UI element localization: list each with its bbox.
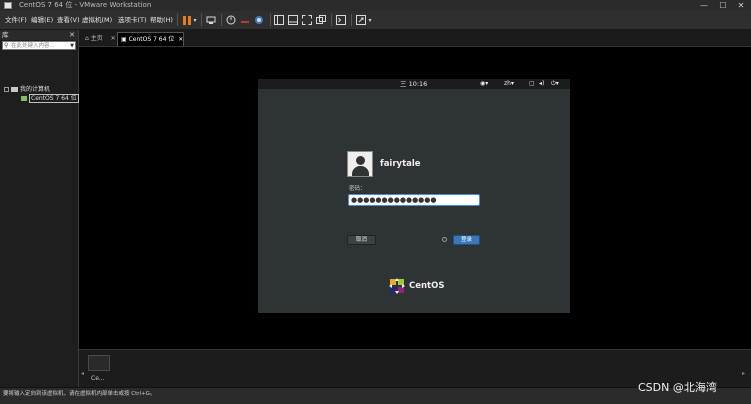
- gnome-top-bar: 三 10:16 ◉▾ zh▾ ▢ ◂) ⏻▾: [258, 79, 570, 89]
- scroll-left-icon[interactable]: ◂: [81, 370, 84, 377]
- keyboard-layout-label: zh: [504, 80, 511, 87]
- search-dropdown-icon[interactable]: ▼: [70, 42, 74, 50]
- menu-file[interactable]: 文件(F): [5, 11, 27, 29]
- fullscreen-icon[interactable]: [301, 14, 313, 26]
- snapshot-manager-icon[interactable]: [253, 14, 265, 26]
- tree-item-label: CentOS 7 64 位: [29, 94, 79, 103]
- maximize-button[interactable]: ☐: [716, 0, 730, 11]
- screen-icon[interactable]: ▢: [529, 79, 535, 89]
- centos-logo-icon: [389, 278, 405, 294]
- tab-close-icon[interactable]: ✕: [111, 35, 116, 42]
- library-search-input[interactable]: ⚲ 在此处键入内容... ▼: [2, 41, 76, 50]
- tab-close-icon[interactable]: ✕: [178, 36, 183, 43]
- tree-item-label: 我的计算机: [20, 86, 51, 93]
- guest-screen[interactable]: 三 10:16 ◉▾ zh▾ ▢ ◂) ⏻▾ fairytale 密码： ●●●…: [258, 79, 570, 313]
- cancel-button[interactable]: 取消: [347, 235, 376, 245]
- toolbar-separator: [201, 14, 202, 26]
- toolbar-separator: [270, 14, 271, 26]
- toolbar-separator: [331, 14, 332, 26]
- toolbar-separator: [177, 14, 178, 26]
- vm-thumbnail[interactable]: [88, 355, 110, 371]
- watermark: CSDN @北海湾: [638, 381, 717, 394]
- scroll-right-icon[interactable]: ▸: [742, 370, 745, 377]
- tab-home[interactable]: ⌂ 主页 ✕: [82, 32, 117, 46]
- tree-item-my-computer[interactable]: 我的计算机: [4, 85, 50, 94]
- revert-snapshot-icon[interactable]: [239, 14, 251, 26]
- search-placeholder: 在此处键入内容...: [11, 43, 55, 49]
- vm-icon: [21, 96, 27, 101]
- search-icon: ⚲: [4, 42, 9, 49]
- close-button[interactable]: ✕: [734, 0, 748, 11]
- minimize-button[interactable]: —: [697, 0, 711, 11]
- menu-help[interactable]: 帮助(H): [150, 11, 173, 29]
- title-bar: CentOS 7 64 位 - VMware Workstation — ☐ ✕: [0, 0, 751, 11]
- library-header: 库 ✕: [0, 30, 78, 40]
- tab-label: 主页: [90, 35, 103, 42]
- library-panel: 库 ✕ ⚲ 在此处键入内容... ▼ 我的计算机 CentOS 7 64 位: [0, 30, 79, 387]
- vm-display[interactable]: 三 10:16 ◉▾ zh▾ ▢ ◂) ⏻▾ fairytale 密码： ●●●…: [79, 47, 751, 349]
- vm-icon: ▣: [121, 36, 127, 43]
- vm-thumbnail-label: Ce...: [91, 375, 105, 382]
- spinner-icon: [442, 237, 447, 242]
- library-view-icon[interactable]: [273, 14, 285, 26]
- password-field[interactable]: ●●●●●●●●●●●●●●: [348, 194, 480, 206]
- avatar-head: [356, 156, 365, 165]
- tab-centos-vm[interactable]: ▣ CentOS 7 64 位 ✕: [117, 32, 184, 46]
- menu-view[interactable]: 查看(V): [57, 11, 80, 29]
- accessibility-icon[interactable]: ◉▾: [480, 79, 488, 89]
- toolbar-separator: [221, 14, 222, 26]
- computer-icon: [11, 87, 18, 92]
- menu-bar: 文件(F) 编辑(E) 查看(V) 虚拟机(M) 选项卡(T) 帮助(H) ▾ …: [0, 11, 751, 30]
- stretch-guest-icon[interactable]: [355, 14, 367, 26]
- vmware-logo-icon: [4, 2, 12, 9]
- status-message: 要将输入定向到该虚拟机，请在虚拟机内部单击或按 Ctrl+G。: [3, 391, 156, 397]
- collapse-icon[interactable]: [4, 87, 9, 92]
- keyboard-layout[interactable]: zh▾: [504, 79, 514, 89]
- clock[interactable]: 三 10:16: [400, 79, 427, 89]
- console-view-icon[interactable]: [335, 14, 347, 26]
- home-icon: ⌂: [85, 35, 89, 42]
- menu-edit[interactable]: 编辑(E): [31, 11, 53, 29]
- user-avatar: [347, 151, 373, 177]
- power-icon[interactable]: ⏻▾: [551, 79, 559, 89]
- library-close-icon[interactable]: ✕: [69, 30, 75, 40]
- send-keys-icon[interactable]: [205, 14, 217, 26]
- thumbnail-view-icon[interactable]: [287, 14, 299, 26]
- tree-item-centos-vm[interactable]: CentOS 7 64 位: [21, 94, 79, 103]
- menu-tabs[interactable]: 选项卡(T): [118, 11, 147, 29]
- username-label: fairytale: [380, 159, 421, 169]
- snapshot-icon[interactable]: [225, 14, 237, 26]
- toolbar-separator: [351, 14, 352, 26]
- volume-icon[interactable]: ◂): [539, 79, 544, 89]
- password-label: 密码：: [349, 186, 366, 192]
- library-title: 库: [2, 31, 9, 39]
- avatar-body: [352, 166, 369, 176]
- centos-logo-text: CentOS: [409, 281, 445, 291]
- pause-dropdown-icon[interactable]: ▾: [192, 14, 198, 26]
- tab-bar: ⌂ 主页 ✕ ▣ CentOS 7 64 位 ✕: [79, 30, 751, 47]
- tab-label: CentOS 7 64 位: [128, 36, 175, 43]
- stretch-dropdown-icon[interactable]: ▾: [367, 14, 373, 26]
- login-button[interactable]: 登录: [453, 235, 480, 245]
- menu-vm[interactable]: 虚拟机(M): [82, 11, 112, 29]
- unity-icon[interactable]: [315, 14, 327, 26]
- window-title: CentOS 7 64 位 - VMware Workstation: [19, 1, 152, 9]
